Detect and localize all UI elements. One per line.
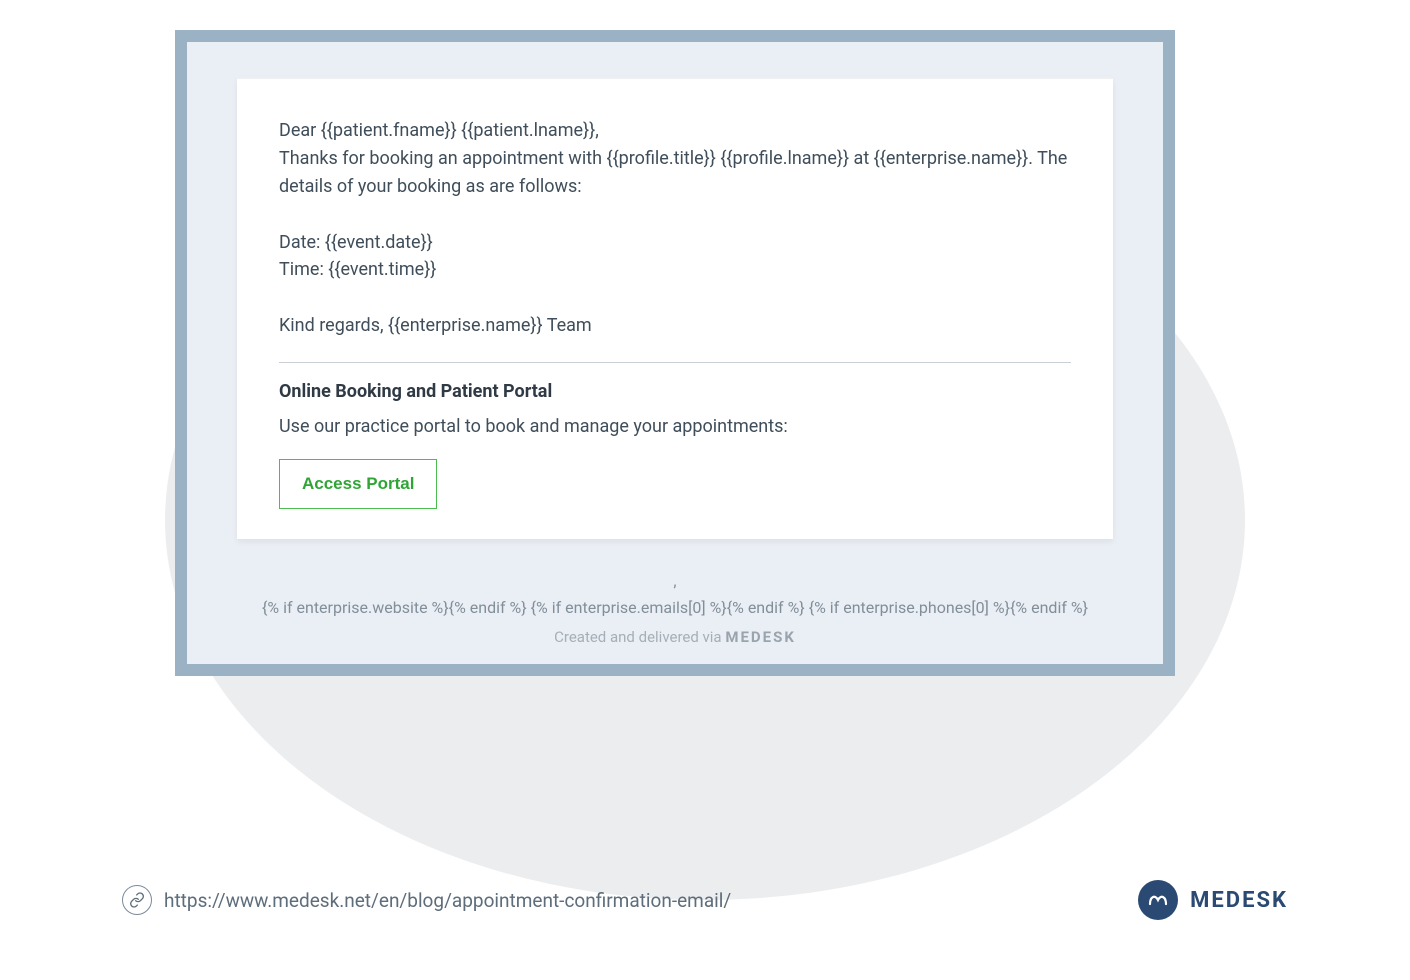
portal-section-text: Use our practice portal to book and mana…	[279, 416, 1071, 437]
source-bar: https://www.medesk.net/en/blog/appointme…	[122, 880, 1288, 920]
delivered-prefix: Created and delivered via	[554, 628, 725, 646]
access-portal-button[interactable]: Access Portal	[279, 459, 437, 509]
footer-line-2: {% if enterprise.website %}{% endif %} {…	[237, 594, 1113, 621]
email-preview-card: Dear {{patient.fname}} {{patient.lname}}…	[237, 77, 1113, 539]
brand-badge-icon	[1138, 880, 1178, 920]
brand-logo: MEDESK	[1138, 880, 1288, 920]
delivered-via: Created and delivered via MEDESK	[237, 628, 1113, 646]
section-divider	[279, 362, 1071, 363]
email-body-text: Dear {{patient.fname}} {{patient.lname}}…	[279, 117, 1071, 340]
source-url-group: https://www.medesk.net/en/blog/appointme…	[122, 885, 731, 915]
email-template-frame: Dear {{patient.fname}} {{patient.lname}}…	[175, 30, 1175, 676]
portal-section-heading: Online Booking and Patient Portal	[279, 381, 1071, 402]
delivered-brand: MEDESK	[725, 628, 796, 646]
brand-name: MEDESK	[1190, 888, 1288, 913]
link-icon	[122, 885, 152, 915]
template-footer: , {% if enterprise.website %}{% endif %}…	[237, 567, 1113, 621]
footer-line-1: ,	[237, 567, 1113, 594]
source-url: https://www.medesk.net/en/blog/appointme…	[164, 889, 731, 912]
